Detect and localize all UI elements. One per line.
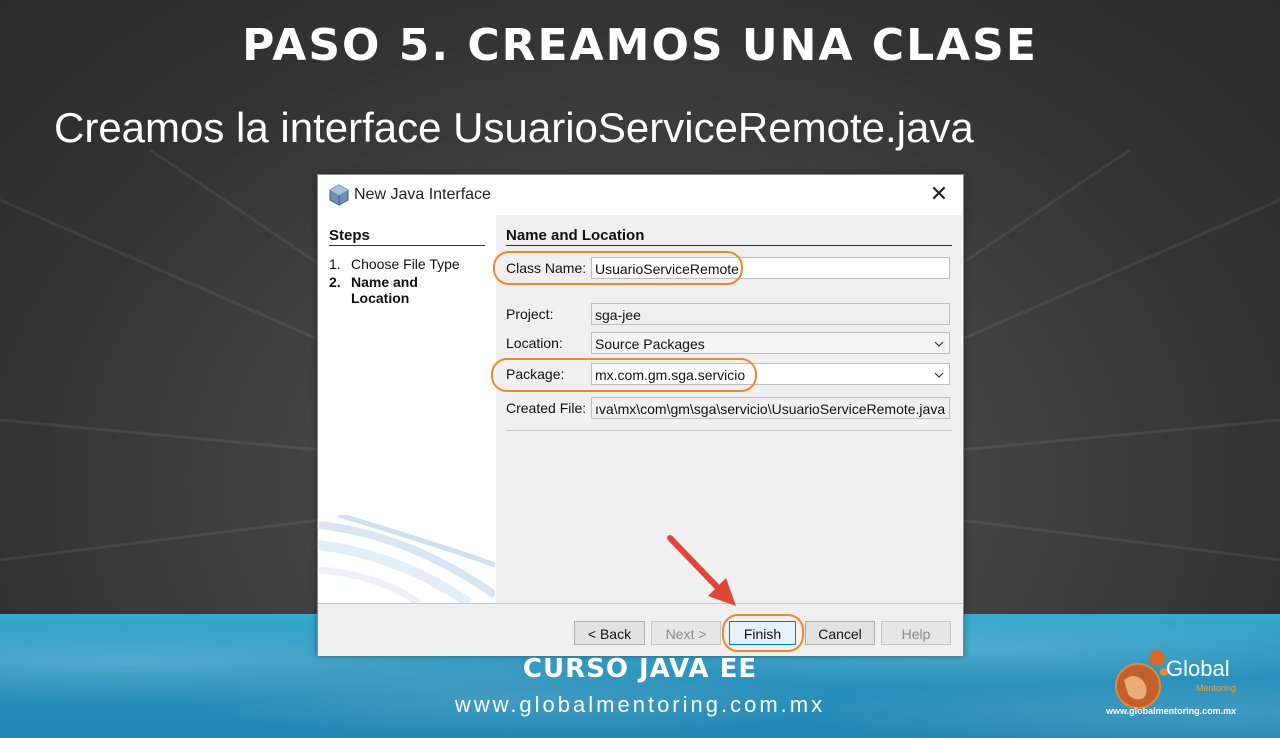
steps-pane: Steps 1. Choose File Type 2. Name and Loca… (319, 215, 495, 603)
class-name-field[interactable]: UsuarioServiceRemote (591, 257, 950, 279)
logo-tagline: Mentoring (1196, 683, 1237, 693)
chevron-down-icon (934, 341, 944, 347)
project-label: Project: (506, 306, 554, 322)
steps-title: Steps (329, 227, 370, 244)
dialog-titlebar: New Java Interface ✕ (318, 175, 963, 215)
dialog-title: New Java Interface (354, 186, 491, 203)
package-value: mx.com.gm.sga.servicio (595, 367, 746, 383)
project-field: sga-jee (591, 303, 950, 325)
section-divider (506, 245, 952, 246)
slide-title: PASO 5. CREAMOS UNA CLASE (242, 20, 1038, 71)
next-button[interactable]: Next > (651, 621, 721, 645)
created-file-label: Created File: (506, 400, 587, 416)
button-bar: < Back Next > Finish Cancel Help (318, 603, 963, 656)
section-title: Name and Location (506, 227, 645, 244)
logo-url: www.globalmentoring.com.mx (1106, 706, 1237, 716)
java-interface-icon (329, 184, 349, 206)
step-item-name-and-location: 2. Name and Location (329, 274, 451, 306)
slide-subtitle: Creamos la interface UsuarioServiceRemot… (54, 104, 974, 151)
content-divider (506, 430, 952, 431)
step-label: Choose File Type (351, 256, 460, 272)
created-file-field: ıva\mx\com\gm\sga\servicio\UsuarioServic… (591, 397, 950, 419)
class-name-label: Class Name: (506, 260, 587, 276)
footer-url: www.globalmentoring.com.mx (454, 692, 826, 717)
wizard-decoration-graphic (319, 515, 495, 603)
help-button[interactable]: Help (881, 621, 951, 645)
location-label: Location: (506, 335, 563, 351)
step-item-choose-file-type: 1. Choose File Type (329, 256, 460, 272)
step-number: 2. (329, 274, 341, 290)
package-select[interactable]: mx.com.gm.sga.servicio (591, 363, 950, 385)
footer-course-title: CURSO JAVA EE (522, 654, 758, 684)
location-select[interactable]: Source Packages (591, 332, 950, 354)
steps-divider (329, 245, 485, 246)
close-button[interactable]: ✕ (924, 181, 954, 209)
new-java-interface-dialog: New Java Interface ✕ Steps 1. Choose File… (317, 174, 964, 656)
step-number: 1. (329, 256, 341, 272)
logo-wordmark: Global (1166, 656, 1230, 681)
chevron-down-icon (934, 372, 944, 378)
location-value: Source Packages (595, 336, 705, 352)
back-button[interactable]: < Back (574, 621, 645, 645)
pointer-arrow-icon (667, 535, 736, 606)
cancel-button[interactable]: Cancel (805, 621, 875, 645)
finish-button[interactable]: Finish (729, 621, 796, 645)
package-label: Package: (506, 366, 565, 382)
step-label: Name and Location (351, 274, 418, 306)
